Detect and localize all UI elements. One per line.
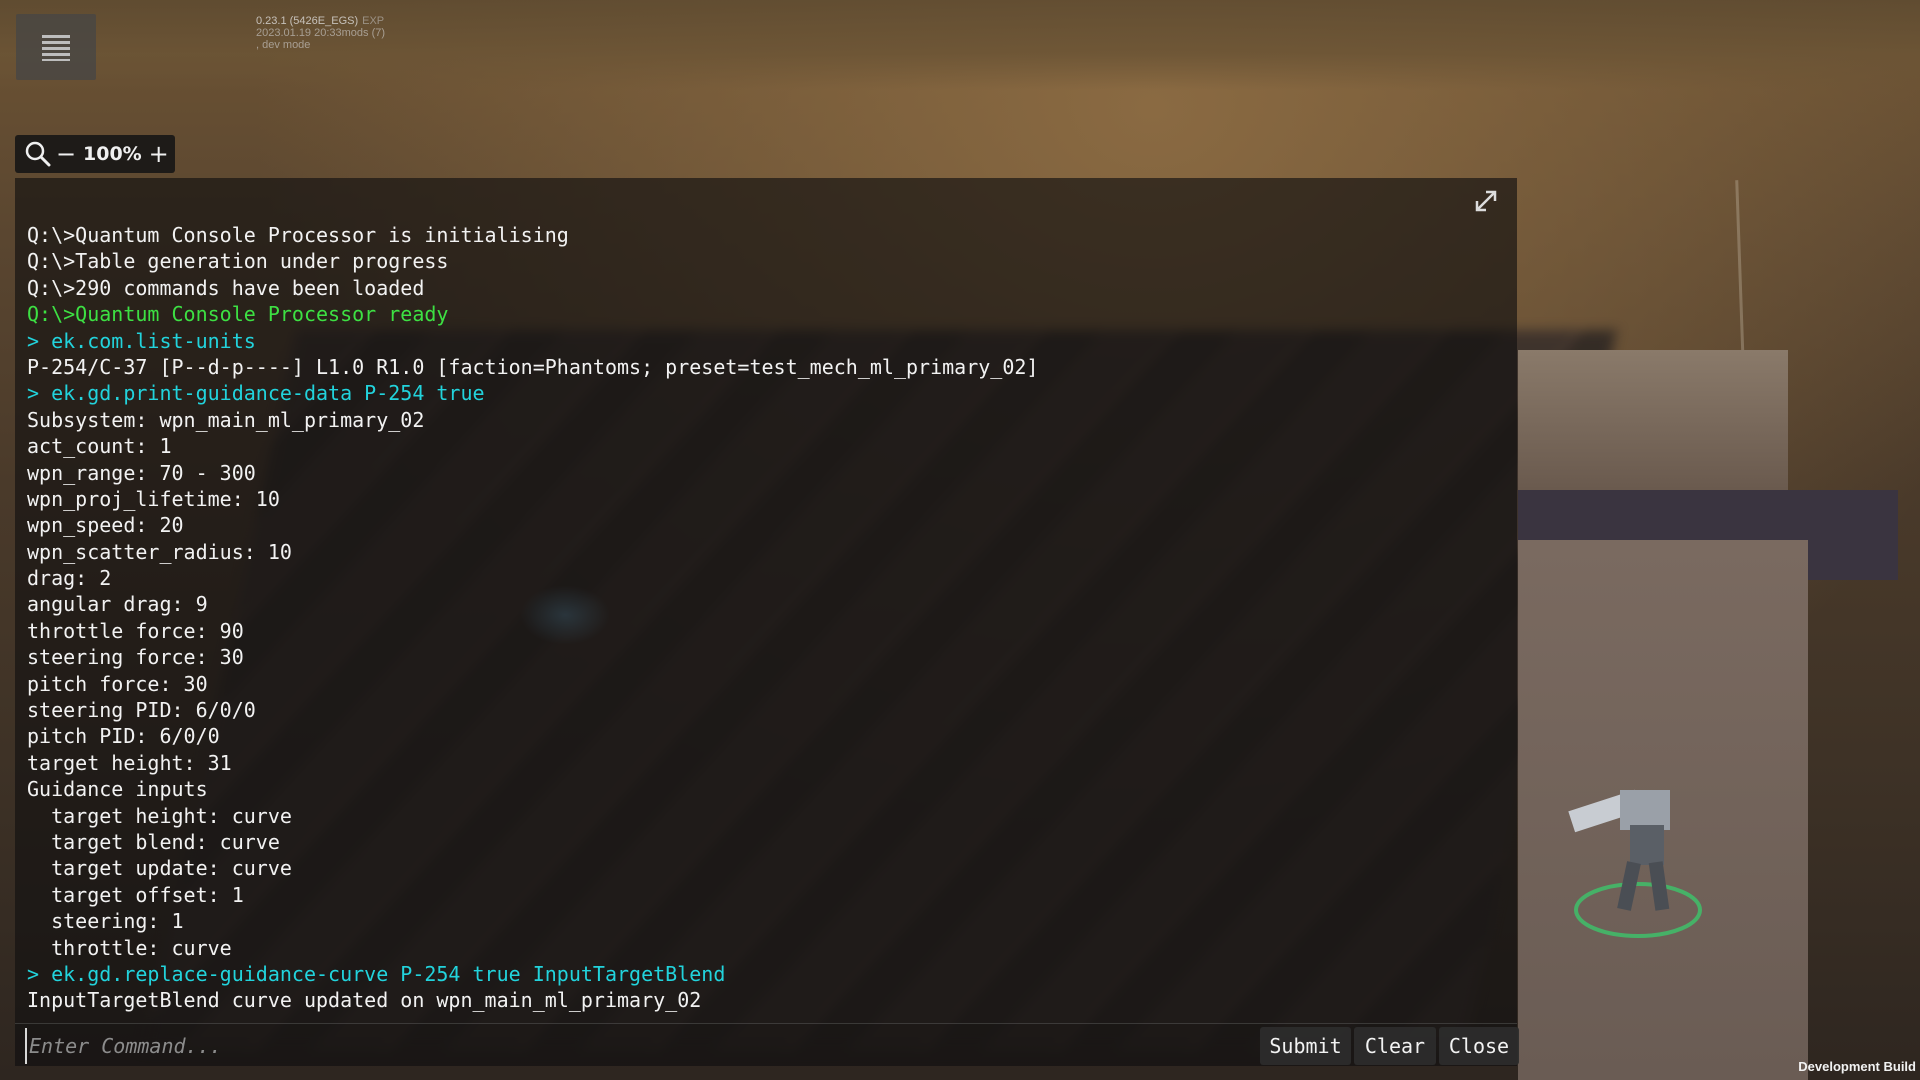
menu-button[interactable] [16, 14, 96, 80]
console-command-line: > ek.gd.print-guidance-data P-254 true [27, 381, 485, 406]
development-build-label: Development Build [1798, 1059, 1916, 1074]
console-output-line: pitch force: 30 [27, 671, 208, 696]
submit-button[interactable]: Submit [1260, 1027, 1351, 1065]
console-output-line: steering: 1 [27, 909, 184, 934]
zoom-in-button[interactable]: + [148, 142, 170, 166]
console-output-line: Guidance inputs [27, 777, 208, 802]
console-output-line: target blend: curve [27, 829, 280, 854]
console-output-line: act_count: 1 [27, 434, 172, 459]
console-output-line: wpn_speed: 20 [27, 513, 184, 538]
close-button[interactable]: Close [1439, 1027, 1519, 1065]
console-output-line: pitch PID: 6/0/0 [27, 724, 220, 749]
console-output-line: drag: 2 [27, 566, 112, 591]
console-output-line: Q:\>290 commands have been loaded [27, 275, 425, 300]
command-input[interactable] [25, 1028, 1031, 1064]
console-output-line: throttle force: 90 [27, 618, 244, 643]
console-output-line: target height: 31 [27, 750, 232, 775]
console-output-line: target height: curve [27, 803, 292, 828]
console-panel: Q:\>Quantum Console Processor is initial… [15, 178, 1517, 1023]
console-log: Q:\>Quantum Console Processor is initial… [27, 222, 1505, 1014]
clear-button[interactable]: Clear [1354, 1027, 1436, 1065]
console-output-line: wpn_scatter_radius: 10 [27, 539, 292, 564]
command-bar: Submit Clear Close [15, 1023, 1519, 1066]
console-output-line: angular drag: 9 [27, 592, 208, 617]
console-output-line: target update: curve [27, 856, 292, 881]
console-output-line: steering PID: 6/0/0 [27, 698, 256, 723]
console-output-line: wpn_proj_lifetime: 10 [27, 486, 280, 511]
search-icon[interactable] [25, 141, 51, 167]
build-mode: , dev mode [256, 39, 311, 51]
build-info: 0.23.1 (5426E_EGS) EXP 2023.01.19 20:33mo… [256, 15, 385, 51]
console-output-line: Q:\>Quantum Console Processor is initial… [27, 223, 569, 247]
mech-unit [1568, 789, 1702, 938]
zoom-control: − 100% + [15, 135, 175, 173]
console-output-line: Q:\>Table generation under progress [27, 249, 449, 274]
expand-icon[interactable] [1471, 186, 1501, 216]
build-tag: EXP [362, 15, 385, 27]
console-output-line: P-254/C-37 [P--d-p----] L1.0 R1.0 [facti… [27, 354, 1039, 379]
zoom-out-button[interactable]: − [55, 142, 77, 166]
console-output-line: target offset: 1 [27, 882, 244, 907]
console-command-line: > ek.com.list-units [27, 328, 256, 353]
zoom-level: 100% [83, 143, 142, 165]
concrete-wall [1518, 350, 1788, 490]
console-output-line: Subsystem: wpn_main_ml_primary_02 [27, 407, 425, 432]
console-output-line: throttle: curve [27, 935, 232, 960]
console-output-line: steering force: 30 [27, 645, 244, 670]
console-output-line: Q:\>Quantum Console Processor ready [27, 302, 449, 327]
menu-icon [42, 35, 70, 61]
build-version: 0.23.1 (5426E_EGS) [256, 15, 359, 27]
build-date: 2023.01.19 20:33mods (7) [256, 27, 386, 39]
console-command-line: > ek.gd.replace-guidance-curve P-254 tru… [27, 961, 726, 986]
console-output-line: InputTargetBlend curve updated on wpn_ma… [27, 988, 702, 1013]
console-output-line: wpn_range: 70 - 300 [27, 460, 256, 485]
